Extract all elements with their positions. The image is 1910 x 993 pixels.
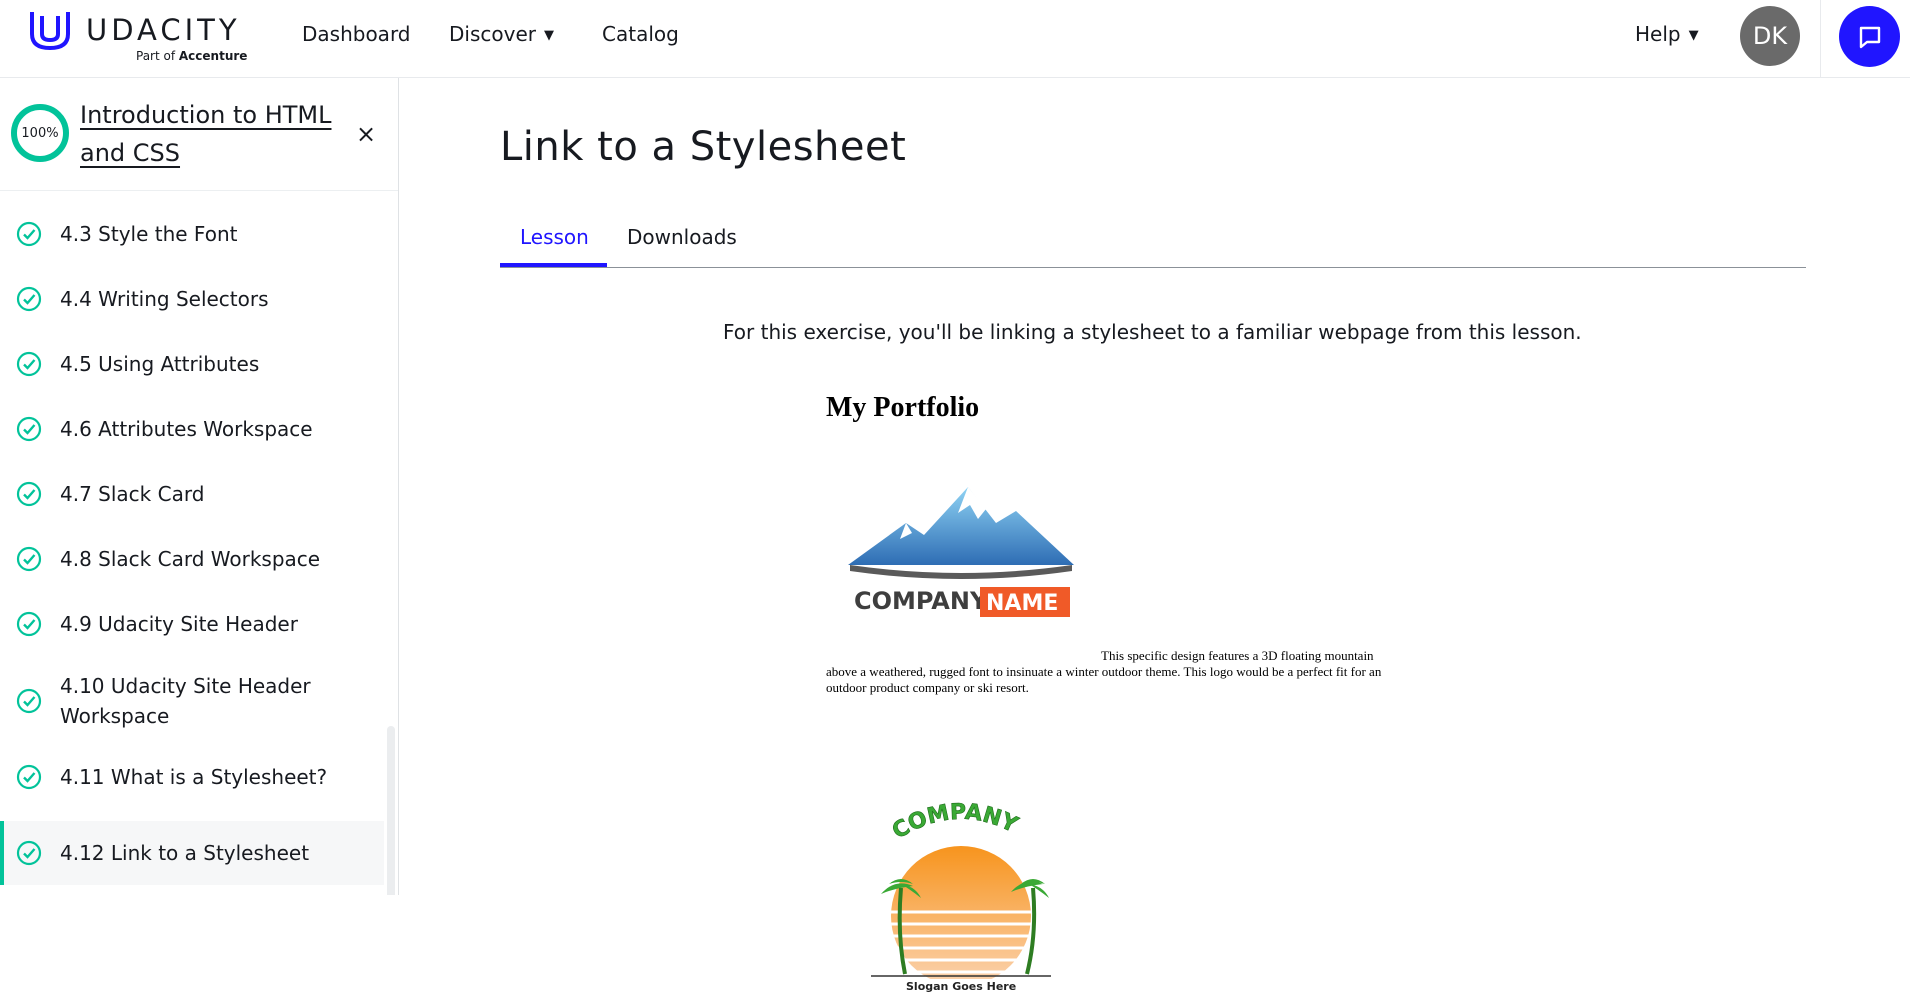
active-tab-underline [500,263,607,267]
check-circle-icon [16,286,42,312]
check-circle-icon [16,481,42,507]
check-circle-icon [16,840,42,866]
udacity-u-icon [30,12,70,51]
top-navigation: UDACITY Part of Accenture Dashboard Disc… [0,0,1910,78]
lesson-item[interactable]: 4.7 Slack Card [0,469,384,519]
portfolio-title: My Portfolio [826,392,980,423]
brand-subtitle: Part of Accenture [136,49,248,63]
lesson-sidebar: 100% Introduction to HTML and CSS × 4.3 … [0,78,399,895]
course-progress-ring: 100% [11,104,69,162]
lesson-item[interactable]: 4.6 Attributes Workspace [0,404,384,454]
check-circle-icon [16,221,42,247]
lesson-label: 4.3 Style the Font [60,222,238,246]
close-icon[interactable]: × [356,120,376,148]
exercise-intro: For this exercise, you'll be linking a s… [723,320,1582,344]
lesson-label: 4.9 Udacity Site Header [60,612,298,636]
nav-discover-label: Discover [449,22,536,46]
portfolio-description: This specific design features a 3D float… [826,648,1382,695]
logo1-text-name: NAME [986,591,1058,616]
lesson-label: 4.7 Slack Card [60,482,205,506]
lesson-item[interactable]: 4.8 Slack Card Workspace [0,534,384,584]
active-indicator [0,821,4,885]
lesson-item-active[interactable]: 4.12 Link to a Stylesheet [0,821,384,885]
mountain-company-logo: COMPANY NAME [848,487,1074,617]
user-avatar[interactable]: DK [1740,6,1800,66]
lesson-content: Link to a Stylesheet Lesson Downloads Fo… [400,78,1910,993]
check-circle-icon [16,351,42,377]
chat-icon [1859,26,1880,48]
check-circle-icon [16,764,42,790]
sunset-palm-company-logo: COMPANY [871,799,1051,984]
lesson-item[interactable]: 4.5 Using Attributes [0,339,384,389]
nav-dashboard[interactable]: Dashboard [302,22,411,46]
lesson-label: 4.12 Link to a Stylesheet [60,841,310,865]
nav-catalog[interactable]: Catalog [602,22,679,46]
tab-downloads[interactable]: Downloads [627,225,737,249]
check-circle-icon [16,546,42,572]
lesson-label: 4.5 Using Attributes [60,352,260,376]
logo2-arc-text: COMPANY [888,799,1023,844]
portfolio-preview: My Portfolio COMPANY NAME This specific … [826,380,1386,993]
svg-text:COMPANY: COMPANY [888,800,1022,845]
lesson-item[interactable]: 4.9 Udacity Site Header [0,599,384,649]
lesson-item[interactable]: 4.4 Writing Selectors [0,274,384,324]
caret-down-icon: ▼ [543,28,554,43]
udacity-logo[interactable]: UDACITY Part of Accenture [28,8,248,64]
lesson-item[interactable]: 4.3 Style the Font [0,209,384,259]
lesson-item[interactable]: 4.10 Udacity Site Header Workspace [0,664,384,738]
logo1-text-company: COMPANY [854,587,988,615]
check-circle-icon [16,611,42,637]
tab-lesson[interactable]: Lesson [520,225,589,249]
lesson-label: 4.4 Writing Selectors [60,287,269,311]
chat-button[interactable] [1839,6,1900,67]
nav-help-label: Help [1635,22,1681,46]
course-title-link[interactable]: Introduction to HTML and CSS [80,96,350,172]
nav-divider [1820,0,1821,78]
nav-discover[interactable]: Discover ▼ [449,22,554,46]
brand-name: UDACITY [86,13,241,47]
logo2-slogan: Slogan Goes Here [906,980,1017,993]
nav-help[interactable]: Help ▼ [1635,22,1699,46]
content-tabs: Lesson Downloads [500,213,1806,268]
check-circle-icon [16,688,42,714]
lesson-label: 4.8 Slack Card Workspace [60,547,321,571]
check-circle-icon [16,416,42,442]
lesson-item[interactable]: 4.11 What is a Stylesheet? [0,752,384,802]
page-title: Link to a Stylesheet [500,124,907,170]
lesson-label: 4.11 What is a Stylesheet? [60,765,328,789]
caret-down-icon: ▼ [1688,28,1699,43]
lesson-label: 4.6 Attributes Workspace [60,417,313,441]
sidebar-scrollbar[interactable] [387,726,395,895]
lesson-label: 4.10 Udacity Site Header Workspace [60,674,311,728]
sidebar-header: 100% Introduction to HTML and CSS × [0,78,398,191]
